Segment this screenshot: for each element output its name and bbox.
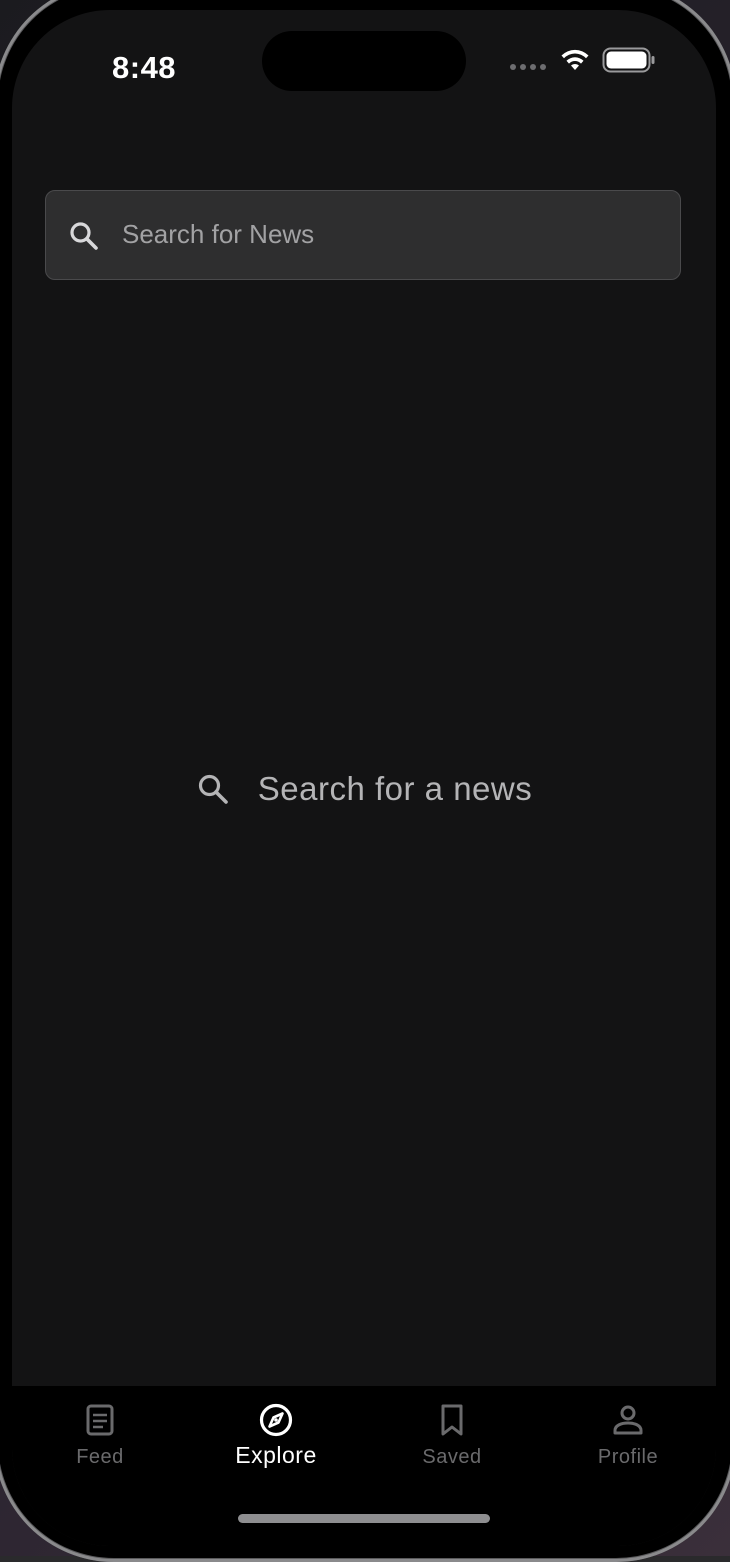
- bookmark-icon: [441, 1404, 463, 1436]
- search-icon: [70, 222, 98, 250]
- tab-saved[interactable]: Saved: [364, 1396, 540, 1476]
- empty-state: Search for a news: [12, 770, 716, 808]
- search-bar[interactable]: [45, 190, 681, 280]
- tab-explore[interactable]: Explore: [188, 1396, 364, 1476]
- search-icon: [198, 774, 228, 804]
- tab-label: Saved: [422, 1446, 482, 1468]
- dynamic-island: [262, 31, 466, 91]
- cellular-signal-icon: [510, 64, 546, 70]
- tab-label: Feed: [76, 1446, 124, 1468]
- search-input[interactable]: [122, 191, 662, 278]
- person-icon: [613, 1405, 643, 1435]
- tab-feed[interactable]: Feed: [12, 1396, 188, 1476]
- tab-label: Explore: [235, 1442, 317, 1468]
- status-time: 8:48: [112, 50, 177, 85]
- empty-state-message: Search for a news: [257, 770, 533, 807]
- document-icon: [86, 1404, 114, 1436]
- battery-icon: [602, 47, 655, 73]
- app-screen: 8:48 Search for a news: [12, 10, 716, 1546]
- tab-label: Profile: [597, 1446, 659, 1468]
- home-indicator[interactable]: [238, 1514, 490, 1523]
- compass-icon: [259, 1403, 293, 1437]
- tab-profile[interactable]: Profile: [540, 1396, 716, 1476]
- wifi-icon: [561, 49, 589, 70]
